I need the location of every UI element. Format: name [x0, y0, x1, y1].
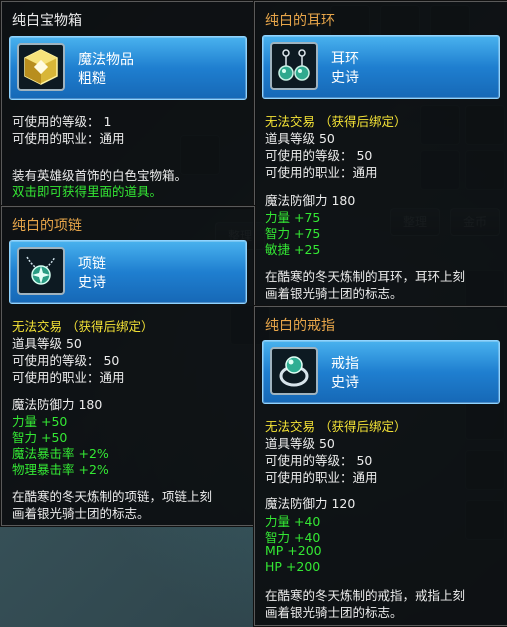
item-grade: 史诗	[78, 275, 106, 291]
stat-agility: 敏捷 +25	[265, 242, 321, 257]
item-description-2: 画着银光骑士团的标志。	[12, 506, 150, 521]
item-name: 戒指	[331, 356, 359, 372]
class-requirement: 可使用的职业：通用	[12, 131, 125, 146]
ring-icon	[270, 347, 318, 395]
item-grade: 粗糙	[78, 71, 106, 87]
item-name: 项链	[78, 256, 106, 272]
ring-tooltip: 纯白的戒指 戒指 史诗 无法交易 （获得后绑定） 道具等级 50 可使用的等级：…	[254, 306, 507, 626]
stat-physical-crit: 物理暴击率 +2%	[12, 462, 109, 477]
magic-defense: 魔法防御力 120	[265, 496, 356, 511]
class-requirement: 可使用的职业：通用	[12, 370, 125, 385]
stat-hp: HP +200	[265, 559, 321, 574]
item-grade: 史诗	[331, 70, 359, 86]
item-card: 耳环 史诗	[262, 35, 500, 99]
tooltip-title: 纯白的项链	[12, 218, 82, 234]
tooltip-title: 纯白的耳环	[265, 13, 335, 29]
usage-hint: 双击即可获得里面的道具。	[12, 184, 163, 199]
item-description-2: 画着银光骑士团的标志。	[265, 605, 403, 620]
item-name: 魔法物品	[78, 52, 134, 68]
necklace-icon	[17, 247, 65, 295]
item-card: 戒指 史诗	[262, 340, 500, 404]
box-tooltip: 纯白宝物箱 魔法物品 粗糙 可使用的等级： 1 可使用的职业：通用 装有英雄级首…	[1, 1, 255, 208]
earring-tooltip: 纯白的耳环 耳环 史诗 无法交易 （获得后绑定） 道具等级 50 可使用的等级：…	[254, 1, 507, 306]
item-grade: 史诗	[331, 375, 359, 391]
item-card: 魔法物品 粗糙	[9, 36, 247, 100]
item-card: 项链 史诗	[9, 240, 247, 304]
item-name: 耳环	[331, 51, 359, 67]
item-description-2: 画着银光骑士团的标志。	[265, 286, 403, 301]
earring-icon	[270, 42, 318, 90]
class-requirement: 可使用的职业：通用	[265, 165, 378, 180]
class-requirement: 可使用的职业：通用	[265, 470, 378, 485]
tooltip-title: 纯白的戒指	[265, 318, 335, 334]
gold-box-icon	[17, 43, 65, 91]
stat-mp: MP +200	[265, 543, 322, 558]
tooltip-title: 纯白宝物箱	[12, 13, 82, 29]
necklace-tooltip: 纯白的项链 项链 史诗 无法交易 （获得后绑定） 道具等级 50 可使用的等级：…	[1, 206, 255, 526]
